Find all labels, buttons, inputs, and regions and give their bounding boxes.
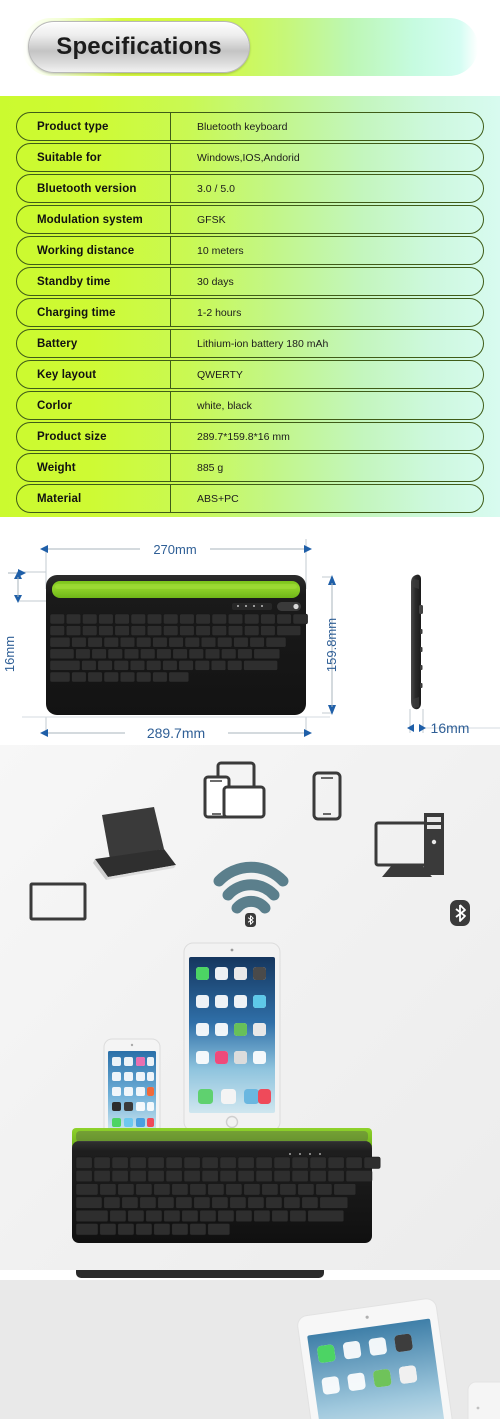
spec-value: QWERTY [197, 368, 243, 381]
spec-label: Working distance [37, 244, 135, 257]
bottom-product-photo [0, 1270, 500, 1419]
column-divider [170, 268, 171, 295]
dimension-diagram: 270mm 16mm 159.8mm 289.7mm 16mm [2, 539, 500, 741]
dim-label-top-width: 270mm [153, 542, 196, 557]
bluetooth-icon [450, 900, 470, 926]
compatibility-section [0, 745, 500, 1270]
spec-value: 30 days [197, 275, 234, 288]
specifications-title-pill: Specifications [28, 21, 250, 73]
spec-table: Product type Bluetooth keyboard Suitable f… [16, 112, 484, 513]
table-row: Product type Bluetooth keyboard [16, 112, 484, 141]
spec-label: Standby time [37, 275, 111, 288]
spec-value: ABS+PC [197, 492, 239, 505]
column-divider [170, 144, 171, 171]
dim-label-left-height: 16mm [2, 636, 17, 672]
banner-section: Specifications [0, 0, 500, 96]
spec-label: Product size [37, 430, 107, 443]
spec-label: Product type [37, 120, 109, 133]
table-row: Corlor white, black [16, 391, 484, 420]
spec-label: Charging time [37, 306, 116, 319]
dim-label-right-height: 159.8mm [324, 618, 339, 672]
column-divider [170, 392, 171, 419]
spec-value: white, black [197, 399, 252, 412]
spec-label: Suitable for [37, 151, 102, 164]
bluetooth-icon [245, 913, 256, 927]
table-row: Modulation system GFSK [16, 205, 484, 234]
spec-value: GFSK [197, 213, 226, 226]
spec-value: 10 meters [197, 244, 244, 257]
table-row: Weight 885 g [16, 453, 484, 482]
table-row: Charging time 1-2 hours [16, 298, 484, 327]
table-row: Material ABS+PC [16, 484, 484, 513]
page-title: Specifications [56, 33, 222, 60]
spec-value: Windows,IOS,Andorid [197, 151, 300, 164]
spec-label: Corlor [37, 399, 73, 412]
column-divider [170, 206, 171, 233]
column-divider [170, 454, 171, 481]
table-row: Key layout QWERTY [16, 360, 484, 389]
spec-value: 289.7*159.8*16 mm [197, 430, 290, 443]
spec-label: Material [37, 492, 82, 505]
table-row: Standby time 30 days [16, 267, 484, 296]
bottom-product-section [0, 1270, 500, 1419]
spec-label: Battery [37, 337, 78, 350]
table-row: Suitable for Windows,IOS,Andorid [16, 143, 484, 172]
tablet-white [467, 1381, 500, 1419]
column-divider [170, 423, 171, 450]
table-row: Bluetooth version 3.0 / 5.0 [16, 174, 484, 203]
keyboard-black [72, 1128, 381, 1243]
column-divider [170, 237, 171, 264]
smartphone-white [103, 1038, 161, 1144]
column-divider [170, 330, 171, 357]
specifications-table-section: Product type Bluetooth keyboard Suitable f… [0, 96, 500, 517]
spec-value: 885 g [197, 461, 224, 474]
spec-label: Key layout [37, 368, 97, 381]
spec-value: 1-2 hours [197, 306, 242, 319]
column-divider [170, 361, 171, 388]
dim-label-side-thickness: 16mm [431, 720, 470, 736]
table-row: Product size 289.7*159.8*16 mm [16, 422, 484, 451]
column-divider [170, 299, 171, 326]
tablet-white [183, 942, 281, 1132]
column-divider [170, 113, 171, 140]
spec-label: Bluetooth version [37, 182, 137, 195]
dimension-diagram-section: 270mm 16mm 159.8mm 289.7mm 16mm [0, 517, 500, 745]
spec-label: Modulation system [37, 213, 143, 226]
column-divider [170, 175, 171, 202]
column-divider [170, 485, 171, 512]
tablet-white [297, 1298, 456, 1419]
dim-label-bottom-width: 289.7mm [147, 725, 205, 741]
spec-value: 3.0 / 5.0 [197, 182, 235, 195]
table-row: Battery Lithium-ion battery 180 mAh [16, 329, 484, 358]
spec-value: Lithium-ion battery 180 mAh [197, 337, 329, 350]
table-row: Working distance 10 meters [16, 236, 484, 265]
spec-label: Weight [37, 461, 76, 474]
compatibility-illustration [0, 745, 500, 1270]
spec-value: Bluetooth keyboard [197, 120, 288, 133]
